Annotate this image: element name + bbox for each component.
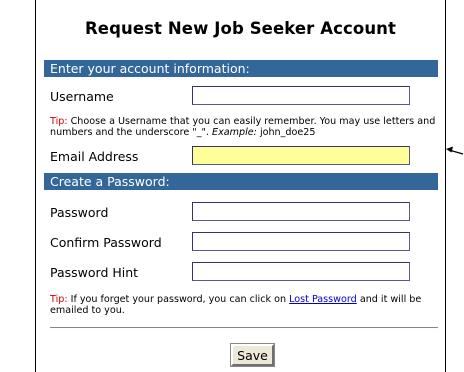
email-label: Email Address bbox=[50, 149, 139, 164]
email-input[interactable] bbox=[192, 146, 410, 165]
page-title: Request New Job Seeker Account bbox=[84, 19, 397, 38]
username-tip-example-value: john_doe25 bbox=[256, 127, 316, 138]
section-header-account-info: Enter your account information: bbox=[44, 60, 438, 77]
password-tip-text-before: If you forget your password, you can cli… bbox=[67, 294, 290, 305]
password-hint-label: Password Hint bbox=[50, 265, 139, 280]
lost-password-link[interactable]: Lost Password bbox=[289, 294, 357, 305]
username-tip: Tip: Choose a Username that you can easi… bbox=[50, 116, 440, 138]
tip-label: Tip: bbox=[50, 116, 68, 127]
password-tip: Tip: If you forget your password, you ca… bbox=[50, 294, 440, 316]
password-input[interactable] bbox=[192, 202, 410, 221]
account-form-panel: Request New Job Seeker Account Enter you… bbox=[35, 0, 446, 372]
form-divider bbox=[50, 327, 438, 328]
password-label: Password bbox=[50, 205, 109, 220]
save-button[interactable]: Save bbox=[230, 343, 275, 367]
confirm-password-label: Confirm Password bbox=[50, 235, 162, 250]
confirm-password-input[interactable] bbox=[192, 232, 410, 251]
username-tip-example-label: Example: bbox=[212, 127, 257, 138]
password-hint-input[interactable] bbox=[192, 262, 410, 281]
username-input[interactable] bbox=[192, 86, 410, 105]
section-header-password: Create a Password: bbox=[44, 173, 438, 190]
username-label: Username bbox=[50, 89, 114, 104]
tip-label: Tip: bbox=[50, 294, 68, 305]
arrow-left-icon bbox=[446, 146, 464, 155]
